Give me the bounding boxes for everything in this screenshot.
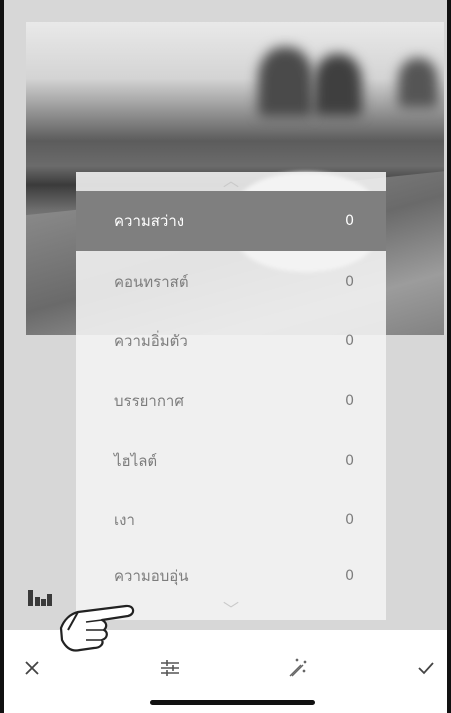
adjustment-row-contrast[interactable]: คอนทราสต์ 0 [76,252,386,312]
adjustment-label: ไฮไลต์ [114,452,158,470]
adjustment-label: ความสว่าง [114,212,185,230]
adjustment-value: 0 [345,213,354,229]
adjustment-label: ความอบอุ่น [114,567,189,585]
adjustment-value: 0 [345,274,354,290]
checkmark-icon [418,662,434,675]
adjustment-value: 0 [345,333,354,349]
adjustments-panel: ︿ ความสว่าง 0 คอนทราสต์ 0 ความอิ่มตัว 0 … [76,172,386,620]
pointing-hand-icon [59,604,135,652]
adjustment-value: 0 [345,453,354,469]
sliders-icon [161,660,179,676]
auto-enhance-button[interactable] [280,650,316,686]
adjustment-value: 0 [345,568,354,584]
adjustment-label: บรรยากาศ [114,392,184,410]
magic-wand-icon [289,658,307,677]
chevron-up-icon[interactable]: ︿ [76,173,386,189]
adjustment-label: คอนทราสต์ [114,273,189,291]
cancel-button[interactable] [14,650,50,686]
adjustment-row-brightness[interactable]: ความสว่าง 0 [76,191,386,251]
adjustment-row-warmth[interactable]: ความอบอุ่น 0 [76,546,386,606]
adjustment-label: เงา [114,511,135,529]
adjust-button[interactable] [152,650,188,686]
adjustment-value: 0 [345,393,354,409]
adjustment-value: 0 [345,512,354,528]
apply-button[interactable] [408,650,444,686]
adjustment-row-ambiance[interactable]: บรรยากาศ 0 [76,371,386,431]
adjustment-row-shadows[interactable]: เงา 0 [76,490,386,550]
adjustment-row-saturation[interactable]: ความอิ่มตัว 0 [76,311,386,371]
adjustment-row-highlights[interactable]: ไฮไลต์ 0 [76,431,386,491]
close-icon [25,661,39,675]
adjustment-label: ความอิ่มตัว [114,332,188,350]
histogram-icon[interactable] [28,590,52,606]
home-indicator [150,700,315,705]
